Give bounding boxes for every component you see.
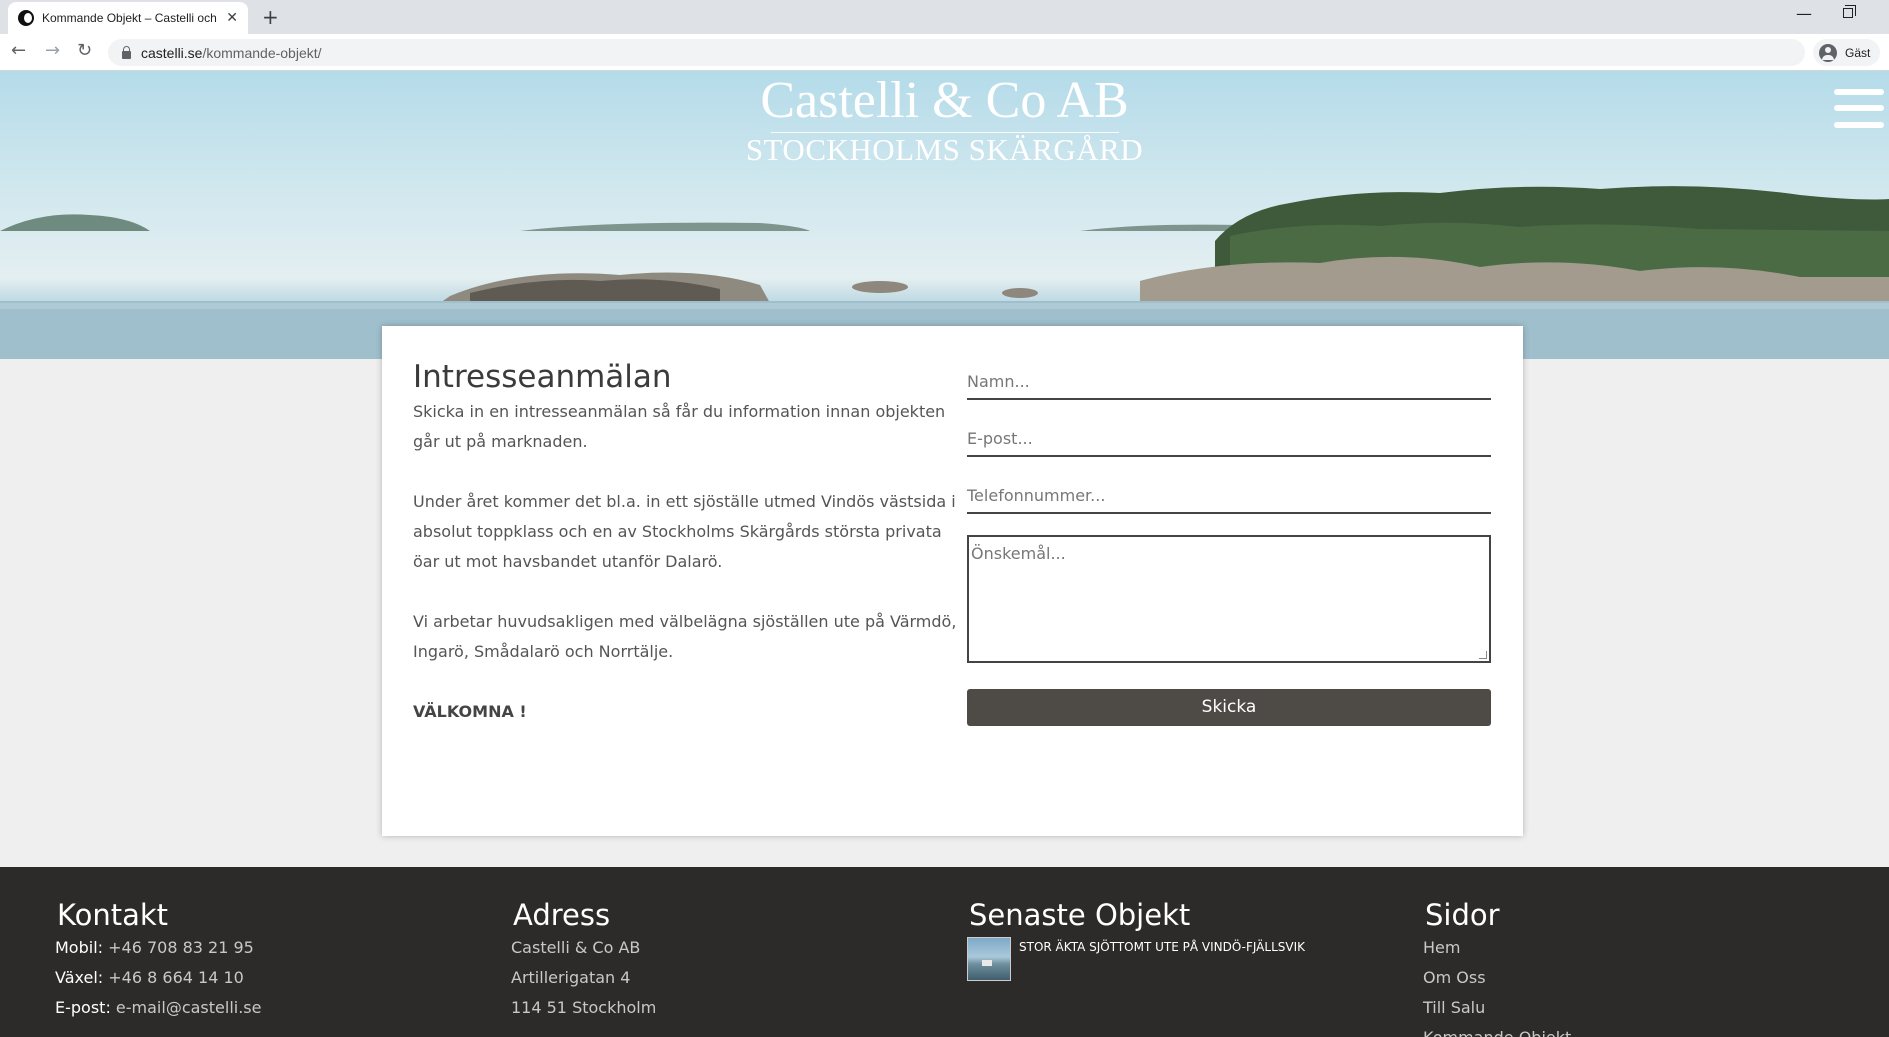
footer-contact: Kontakt Mobil: +46 708 83 21 95 Växel: +… [55, 897, 261, 1023]
reload-icon[interactable]: ↻ [77, 40, 92, 62]
footer-address: Adress Castelli & Co AB Artillerigatan 4… [511, 897, 656, 1023]
site-name: Castelli & Co AB [760, 72, 1129, 129]
address-bar[interactable]: castelli.se/kommande-objekt/ [108, 39, 1805, 66]
footer-heading: Kontakt [57, 898, 169, 932]
address-line: 114 51 Stockholm [511, 998, 657, 1017]
footer-link-kommande-objekt[interactable]: Kommande Objekt [1423, 1023, 1571, 1037]
page-title: Intresseanmälan [413, 359, 672, 395]
phone-placeholder: Telefonnummer... [967, 486, 1106, 505]
footer-link-till-salu[interactable]: Till Salu [1423, 993, 1571, 1023]
url-text[interactable]: castelli.se/kommande-objekt/ [141, 45, 322, 61]
browser-tab-bar: Kommande Objekt – Castelli och ✕ + — [0, 0, 1889, 34]
lock-icon [122, 45, 131, 59]
profile-button[interactable]: Gäst [1813, 39, 1881, 66]
mobile-label: Mobil: [55, 938, 104, 957]
new-tab-icon[interactable]: + [262, 6, 279, 28]
hero-banner: Castelli & Co AB STOCKHOLMS SKÄRGÅRD [0, 71, 1889, 359]
email-field[interactable]: E-post... [967, 421, 1491, 457]
name-field[interactable]: Namn... [967, 364, 1491, 400]
submit-button[interactable]: Skicka [967, 689, 1491, 726]
footer-heading: Sidor [1425, 898, 1500, 932]
browser-tab[interactable]: Kommande Objekt – Castelli och ✕ [8, 2, 248, 34]
email-value[interactable]: e-mail@castelli.se [116, 998, 262, 1017]
latest-post[interactable]: STOR ÄKTA SJÖTTOMT UTE PÅ VINDÖ-FJÄLLSVI… [967, 937, 1305, 981]
post-title[interactable]: STOR ÄKTA SJÖTTOMT UTE PÅ VINDÖ-FJÄLLSVI… [1019, 939, 1305, 981]
hamburger-menu-icon[interactable] [1834, 89, 1884, 129]
email-label: E-post: [55, 998, 111, 1017]
switch-label: Växel: [55, 968, 104, 987]
url-host: castelli.se [141, 44, 203, 61]
window-restore-icon[interactable] [1843, 5, 1856, 18]
intro-paragraph: Vi arbetar huvudsakligen med välbelägna … [413, 612, 957, 661]
name-placeholder: Namn... [967, 372, 1030, 391]
email-placeholder: E-post... [967, 429, 1033, 448]
post-thumbnail[interactable] [967, 937, 1011, 981]
address-line: Castelli & Co AB [511, 938, 641, 957]
footer-link-om-oss[interactable]: Om Oss [1423, 963, 1571, 993]
intro-paragraph: Skicka in en intresseanmälan så får du i… [413, 402, 946, 451]
content-card: Intresseanmälan Skicka in en intresseanm… [382, 326, 1523, 836]
footer-pages: Sidor Hem Om Oss Till Salu Kommande Obje… [1423, 897, 1571, 1037]
site-footer: Kontakt Mobil: +46 708 83 21 95 Växel: +… [0, 867, 1889, 1037]
switch-value[interactable]: +46 8 664 14 10 [108, 968, 244, 987]
back-arrow-icon[interactable]: ← [11, 40, 26, 62]
wishes-placeholder: Önskemål... [971, 544, 1066, 563]
email-line: E-post: e-mail@castelli.se [55, 993, 261, 1023]
url-path: /kommande-objekt/ [202, 44, 322, 61]
footer-heading: Senaste Objekt [969, 898, 1191, 932]
window-minimize-icon[interactable]: — [1796, 4, 1812, 23]
profile-label: Gäst [1845, 45, 1871, 60]
profile-avatar-icon [1819, 43, 1837, 62]
tab-title: Kommande Objekt – Castelli och [42, 11, 217, 25]
wishes-textarea[interactable]: Önskemål... [967, 535, 1491, 663]
intro-section: Intresseanmälan Skicka in en intresseanm… [413, 358, 958, 757]
site-favicon-icon [18, 10, 34, 26]
footer-latest: Senaste Objekt STOR ÄKTA SJÖTTOMT UTE PÅ… [967, 897, 1305, 981]
site-tagline: STOCKHOLMS SKÄRGÅRD [745, 132, 1144, 167]
site-logo[interactable]: Castelli & Co AB STOCKHOLMS SKÄRGÅRD [0, 71, 1889, 167]
browser-toolbar: ← → ↻ castelli.se/kommande-objekt/ Gäst [0, 34, 1889, 71]
intro-paragraph: Under året kommer det bl.a. in ett sjöst… [413, 492, 956, 571]
welcome-text: VÄLKOMNA ! [413, 702, 527, 721]
resize-handle-icon[interactable] [1479, 651, 1487, 659]
address-line: Artillerigatan 4 [511, 968, 631, 987]
interest-form: Namn... E-post... Telefonnummer... Önske… [967, 364, 1491, 726]
footer-heading: Adress [513, 898, 611, 932]
forward-arrow-icon[interactable]: → [45, 40, 60, 62]
phone-field[interactable]: Telefonnummer... [967, 478, 1491, 514]
mobile-line: Mobil: +46 708 83 21 95 [55, 933, 261, 963]
footer-link-hem[interactable]: Hem [1423, 933, 1571, 963]
switch-line: Växel: +46 8 664 14 10 [55, 963, 261, 993]
mobile-value[interactable]: +46 708 83 21 95 [108, 938, 254, 957]
tab-close-icon[interactable]: ✕ [226, 10, 238, 26]
